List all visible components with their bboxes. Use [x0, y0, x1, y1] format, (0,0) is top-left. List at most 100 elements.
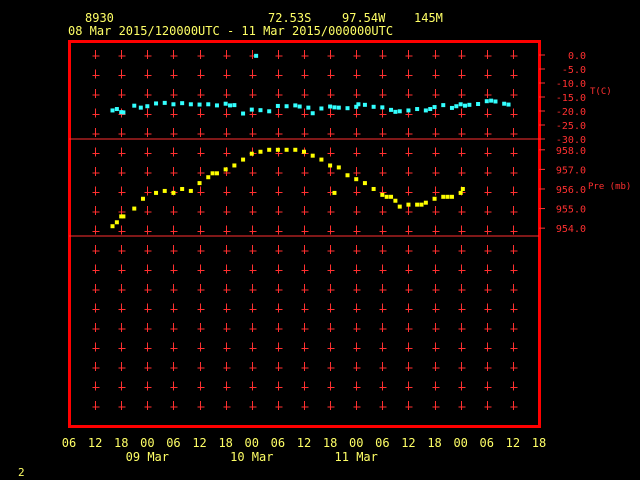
- temperature-point: [154, 101, 159, 106]
- pressure-point: [275, 147, 280, 152]
- pressure-point: [121, 214, 126, 219]
- pressure-point: [332, 190, 337, 195]
- x-date-label: 09 Mar: [126, 450, 169, 464]
- temp-y-tick-label: -30.0: [556, 135, 586, 146]
- pressure-point: [384, 194, 389, 199]
- temperature-point: [423, 108, 428, 113]
- x-tick-label: 06: [166, 436, 180, 450]
- temperature-point: [145, 104, 150, 109]
- x-tick-label: 00: [140, 436, 154, 450]
- temperature-point: [214, 103, 219, 108]
- temperature-point: [162, 100, 167, 105]
- temperature-point: [188, 102, 193, 107]
- pressure-point: [258, 149, 263, 154]
- y-axes: 0.0 -5.0 -10.0 -15.0 -20.0 -25.0 -30.0 T(C) 958.…: [539, 51, 631, 235]
- temperature-point: [297, 104, 302, 109]
- pressure-point: [393, 198, 398, 203]
- x-tick-label: 18: [114, 436, 128, 450]
- temperature-point: [493, 99, 498, 104]
- temperature-point: [449, 105, 454, 110]
- temperature-point: [254, 53, 259, 58]
- temperature-point: [345, 106, 350, 111]
- chart-canvas: 0.0 -5.0 -10.0 -15.0 -20.0 -25.0 -30.0 T(C) 958.…: [18, 40, 631, 479]
- pressure-point: [415, 202, 420, 207]
- pressure-y-tick-label: 957.0: [556, 165, 586, 176]
- temperature-point: [406, 108, 411, 113]
- x-tick-label: 06: [375, 436, 389, 450]
- pressure-point: [214, 171, 219, 176]
- pressure-point: [371, 186, 376, 191]
- temperature-point: [206, 102, 211, 107]
- pressure-point: [206, 175, 211, 180]
- temperature-point: [476, 102, 481, 106]
- pressure-point: [197, 181, 202, 186]
- x-tick-label: 18: [427, 436, 441, 450]
- x-axis: 06 12 18 00 06 12 18 00 06 12 18 00 06 12 18 00 06 12 1809…: [62, 436, 546, 464]
- temperature-point: [249, 107, 254, 112]
- pressure-series: [110, 147, 465, 229]
- temperature-point: [223, 101, 228, 106]
- x-tick-label: 00: [245, 436, 259, 450]
- pressure-point: [423, 200, 428, 205]
- temperature-point: [371, 104, 376, 109]
- x-tick-label: 12: [88, 436, 102, 450]
- temperature-point: [284, 104, 289, 109]
- pressure-point: [267, 147, 272, 152]
- x-tick-label: 18: [218, 436, 232, 450]
- temperature-point: [336, 105, 341, 110]
- meteogram: 8930 72.53S 97.54W 145M 08 Mar 2015/1200…: [0, 0, 640, 480]
- temperature-point: [489, 98, 494, 103]
- temperature-point: [356, 102, 361, 107]
- x-tick-label: 06: [480, 436, 494, 450]
- temperature-point: [310, 111, 315, 116]
- pressure-point: [188, 188, 193, 193]
- pressure-point: [241, 157, 246, 162]
- temperature-point: [306, 105, 311, 110]
- pressure-point: [232, 163, 237, 168]
- pressure-y-tick-label: 956.0: [556, 185, 586, 196]
- temperature-point: [228, 103, 233, 108]
- temperature-point: [114, 107, 119, 112]
- temperature-point: [463, 103, 468, 108]
- pressure-point: [397, 204, 402, 209]
- pressure-point: [293, 147, 298, 152]
- pressure-y-tick-label: 954.0: [556, 224, 586, 235]
- pressure-point: [310, 153, 315, 158]
- pressure-point: [328, 163, 333, 168]
- pressure-y-tick-label: 958.0: [556, 146, 586, 157]
- temperature-point: [138, 105, 143, 110]
- temperature-point: [441, 103, 446, 108]
- temperature-point: [275, 103, 280, 108]
- temperature-series: [110, 53, 511, 116]
- pressure-point: [460, 186, 465, 191]
- temp-y-tick-label: 0.0: [568, 51, 586, 62]
- temperature-point: [454, 104, 459, 109]
- pressure-point: [110, 224, 115, 229]
- temperature-point: [267, 109, 272, 114]
- temp-y-tick-label: -20.0: [556, 107, 586, 118]
- x-tick-label: 12: [192, 436, 206, 450]
- pressure-point: [162, 188, 167, 193]
- temperature-point: [389, 107, 394, 112]
- x-date-label: 10 Mar: [230, 450, 273, 464]
- pressure-point: [432, 196, 437, 201]
- temperature-point: [171, 102, 176, 107]
- temperature-point: [319, 106, 324, 111]
- pressure-point: [171, 190, 176, 195]
- x-tick-label: 00: [349, 436, 363, 450]
- pressure-point: [154, 190, 159, 195]
- pressure-point: [223, 167, 228, 172]
- temperature-point: [258, 108, 263, 113]
- temperature-point: [241, 111, 246, 116]
- pressure-point: [249, 151, 254, 156]
- temp-y-tick-label: -10.0: [556, 79, 586, 90]
- pressure-point: [132, 206, 137, 211]
- temperature-point: [232, 103, 237, 108]
- temperature-point: [132, 103, 137, 108]
- x-tick-label: 18: [323, 436, 337, 450]
- temperature-point: [197, 102, 202, 107]
- pressure-point: [419, 202, 424, 207]
- temperature-point: [121, 110, 126, 115]
- pressure-point: [406, 202, 411, 207]
- x-date-label: 11 Mar: [335, 450, 378, 464]
